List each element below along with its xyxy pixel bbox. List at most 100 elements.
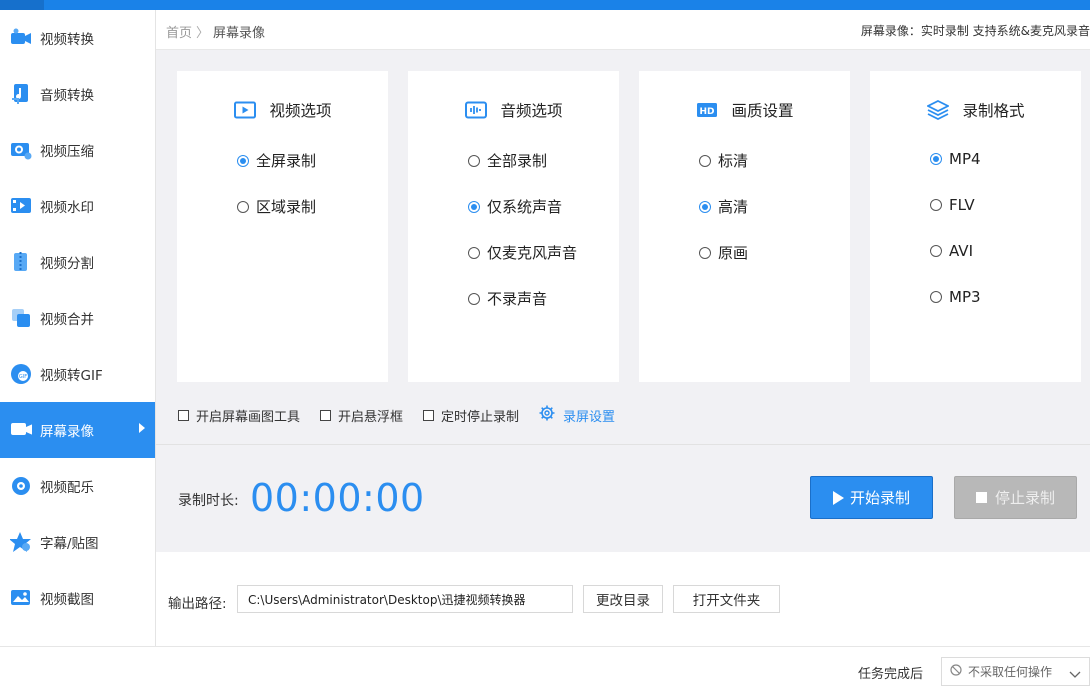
checkbox-label: 开启屏幕画图工具 <box>196 409 301 425</box>
sidebar-item-subtitle-sticker[interactable]: 字幕/贴图 <box>0 514 155 570</box>
play-icon <box>832 490 844 505</box>
radio-button[interactable] <box>930 291 942 303</box>
output-path-label: 输出路径: <box>168 596 227 612</box>
chevron-right-icon <box>139 423 145 433</box>
chevron-down-icon <box>1069 667 1081 683</box>
record-format-card: 录制格式 MP4 FLV AVI MP3 <box>870 71 1081 382</box>
sidebar-item-audio-convert[interactable]: 音频转换 <box>0 66 155 122</box>
output-path-input[interactable] <box>237 585 573 613</box>
duration-label: 录制时长: <box>178 493 239 509</box>
audio-convert-icon <box>10 83 32 105</box>
option-mic-only[interactable]: 仅麦克风声音 <box>468 242 577 263</box>
option-label: 原画 <box>718 244 749 262</box>
breadcrumb-bar: 首页〉屏幕录像 屏幕录像：实时录制 支持系统&麦克风录音 <box>156 10 1090 50</box>
option-record-all[interactable]: 全部录制 <box>468 150 547 171</box>
video-music-icon <box>10 475 32 497</box>
sidebar-item-video-compress[interactable]: 视频压缩 <box>0 122 155 178</box>
video-split-icon <box>10 251 32 273</box>
record-settings-label: 录屏设置 <box>563 409 616 425</box>
sidebar-item-video-split[interactable]: 视频分割 <box>0 234 155 290</box>
option-original[interactable]: 原画 <box>699 242 748 263</box>
record-control-area: 录制时长: 00:00:00 开始录制 停止录制 <box>156 445 1090 552</box>
subtitle-sticker-icon <box>10 531 32 553</box>
option-mp4[interactable]: MP4 <box>930 150 981 168</box>
change-directory-button[interactable]: 更改目录 <box>583 585 663 613</box>
card-header: HD 画质设置 <box>639 99 850 121</box>
option-no-audio[interactable]: 不录声音 <box>468 288 547 309</box>
breadcrumb: 首页〉屏幕录像 <box>166 22 265 41</box>
video-screenshot-icon <box>10 587 32 609</box>
checkbox-drawing-tool[interactable]: 开启屏幕画图工具 <box>178 406 300 425</box>
option-avi[interactable]: AVI <box>930 242 973 260</box>
open-folder-button[interactable]: 打开文件夹 <box>673 585 780 613</box>
option-label: 高清 <box>718 198 749 216</box>
stop-record-button[interactable]: 停止录制 <box>954 476 1077 519</box>
card-header: 音频选项 <box>408 99 619 121</box>
open-folder-label: 打开文件夹 <box>692 593 761 609</box>
breadcrumb-separator: 〉 <box>196 26 210 41</box>
sidebar-item-label: 视频转GIF <box>40 368 103 384</box>
radio-button[interactable] <box>237 154 249 167</box>
sidebar-item-video-gif[interactable]: GIF 视频转GIF <box>0 346 155 402</box>
output-area: 输出路径: 更改目录 打开文件夹 <box>156 552 1090 646</box>
video-play-icon <box>233 100 257 120</box>
stop-icon <box>975 492 987 503</box>
radio-button[interactable] <box>468 292 480 305</box>
layers-icon <box>926 100 950 120</box>
title-bar-tab <box>0 0 44 10</box>
start-record-button[interactable]: 开始录制 <box>810 476 933 519</box>
option-sd[interactable]: 标清 <box>699 150 748 171</box>
radio-button[interactable] <box>930 199 942 211</box>
radio-button[interactable] <box>468 246 480 259</box>
radio-button[interactable] <box>468 154 480 167</box>
option-label: 全部录制 <box>487 152 548 170</box>
option-label: 区域录制 <box>256 198 317 216</box>
gear-icon <box>539 405 555 425</box>
radio-button[interactable] <box>699 200 711 213</box>
radio-button[interactable] <box>699 154 711 167</box>
sidebar-item-video-screenshot[interactable]: 视频截图 <box>0 570 155 626</box>
breadcrumb-home[interactable]: 首页 <box>166 26 192 41</box>
checkbox-label: 开启悬浮框 <box>338 409 404 425</box>
radio-button[interactable] <box>468 200 480 213</box>
hd-icon: HD <box>695 100 719 120</box>
option-label: FLV <box>949 196 975 214</box>
sidebar-item-video-watermark[interactable]: 视频水印 <box>0 178 155 234</box>
radio-button[interactable] <box>930 153 942 165</box>
sidebar-item-screen-record[interactable]: 屏幕录像 <box>0 402 155 458</box>
option-label: 标清 <box>718 152 749 170</box>
sidebar: 视频转换 音频转换 视频压缩 视频水印 视频分割 视频合并 GIF 视频转GIF… <box>0 10 156 646</box>
option-hd[interactable]: 高清 <box>699 196 748 217</box>
checkbox-timed-stop[interactable]: 定时停止录制 <box>423 406 519 425</box>
sidebar-item-video-music[interactable]: 视频配乐 <box>0 458 155 514</box>
video-compress-icon <box>10 139 32 161</box>
option-label: MP4 <box>949 150 981 168</box>
option-system-only[interactable]: 仅系统声音 <box>468 196 562 217</box>
option-region[interactable]: 区域录制 <box>237 196 316 217</box>
option-label: AVI <box>949 242 973 260</box>
radio-button[interactable] <box>699 246 711 259</box>
after-task-value: 不采取任何操作 <box>968 665 1053 679</box>
change-directory-label: 更改目录 <box>596 593 650 609</box>
checkbox[interactable] <box>178 409 189 421</box>
record-settings-link[interactable]: 录屏设置 <box>539 405 615 425</box>
option-label: 全屏录制 <box>256 152 317 170</box>
after-task-label: 任务完成后 <box>858 667 924 682</box>
option-fullscreen[interactable]: 全屏录制 <box>237 150 316 171</box>
checkbox[interactable] <box>423 409 435 421</box>
checkbox-floating-window[interactable]: 开启悬浮框 <box>320 406 403 425</box>
radio-button[interactable] <box>930 245 942 257</box>
checkbox[interactable] <box>320 409 332 421</box>
sidebar-item-video-merge[interactable]: 视频合并 <box>0 290 155 346</box>
sidebar-item-video-convert[interactable]: 视频转换 <box>0 10 155 66</box>
option-flv[interactable]: FLV <box>930 196 975 214</box>
option-mp3[interactable]: MP3 <box>930 288 981 306</box>
card-header: 视频选项 <box>177 99 388 121</box>
after-task-select[interactable]: 不采取任何操作 <box>941 657 1090 686</box>
header-note: 屏幕录像：实时录制 支持系统&麦克风录音 <box>860 24 1090 38</box>
radio-button[interactable] <box>237 200 249 213</box>
screen-record-icon <box>10 419 32 441</box>
duration-value: 00:00:00 <box>250 476 425 520</box>
prohibited-icon <box>950 663 962 680</box>
sidebar-item-label: 视频压缩 <box>40 144 94 160</box>
